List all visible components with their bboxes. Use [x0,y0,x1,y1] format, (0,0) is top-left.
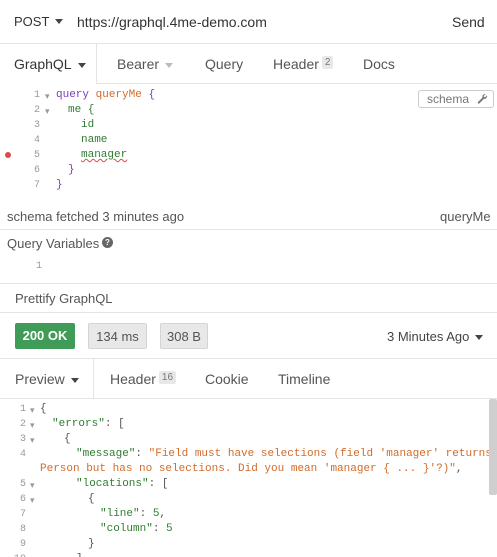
tab-label: Preview [15,371,65,387]
chevron-down-icon [475,335,484,341]
tab-label: Header [110,371,156,387]
response-preview[interactable]: 1 2 3 4 5 6 7 8 9 10 ▾ ▾ ▾ ▾ ▾ { "errors… [0,399,497,557]
tab-docs[interactable]: Docs [363,44,395,84]
tab-label: GraphQL [14,56,72,72]
line-number: 7 [19,509,26,520]
json-line: "errors": [ [52,418,125,430]
line-number: 3 [33,120,40,131]
json-line: { [88,493,95,505]
fold-arrow-icon[interactable]: ▾ [30,435,35,446]
help-icon[interactable]: ? [102,237,113,248]
tab-label: Docs [363,56,395,72]
code-line-error: manager [81,149,128,161]
tab-label: Timeline [278,371,331,387]
fold-arrow-icon[interactable]: ▾ [45,106,50,117]
tab-label: Query [205,56,244,72]
chevron-down-icon[interactable] [55,19,63,24]
response-size-badge: 308 B [160,323,208,349]
response-history-dropdown[interactable]: 3 Minutes Ago [387,329,484,344]
chevron-down-icon [70,377,79,383]
tab-preview[interactable]: Preview [0,359,94,399]
code-line: } [56,179,63,191]
schema-label: schema [427,92,470,106]
line-number: 7 [33,180,40,191]
json-line: "line": 5, [100,508,167,520]
tab-label: Header [273,56,319,72]
tab-response-header[interactable]: Header 16 [110,359,177,399]
chevron-down-icon [165,62,174,68]
tab-bearer[interactable]: Bearer [117,44,174,84]
time-ago-label: 3 Minutes Ago [387,329,470,344]
line-number: 1 [19,404,26,415]
code-line: name [81,134,108,146]
response-time-badge: 134 ms [88,323,147,349]
json-line: Person but has no selections. Did you me… [40,463,463,475]
line-number: 6 [19,494,26,505]
vertical-scrollbar[interactable] [489,399,497,495]
chevron-down-icon [77,62,86,68]
line-number: 5 [19,479,26,490]
line-number: 6 [33,165,40,176]
fold-arrow-icon[interactable]: ▾ [30,480,35,491]
wrench-icon [477,93,488,104]
response-tabs: Preview Header 16 Cookie Timeline [0,359,497,399]
schema-status-row: schema fetched 3 minutes ago queryMe [0,204,497,230]
line-number: 9 [19,539,26,550]
request-tabs: GraphQL Bearer Query Header 2 Docs [0,44,497,84]
prettify-row: Prettify GraphQL [0,283,497,313]
line-number: 8 [19,524,26,535]
fold-arrow-icon[interactable]: ▾ [30,420,35,431]
line-number: 1 [35,261,42,272]
query-variables-title: Query Variables [7,236,100,251]
line-number: 5 [33,150,40,161]
json-line: } [88,538,95,550]
line-number: 4 [19,449,26,460]
code-line: query queryMe { [56,89,156,101]
json-line: "column": 5 [100,523,173,535]
json-line: "message": "Field must have selections (… [76,448,492,460]
prettify-graphql-button[interactable]: Prettify GraphQL [15,291,113,306]
json-line: { [40,403,47,415]
status-badge: 200 OK [15,323,75,349]
tab-timeline[interactable]: Timeline [278,359,330,399]
tab-query[interactable]: Query [205,44,243,84]
url-input[interactable]: https://graphql.4me-demo.com [77,14,267,30]
header-count-badge: 16 [158,371,177,384]
send-button[interactable]: Send [452,14,485,30]
code-line: me { [68,104,95,116]
header-count-badge: 2 [321,56,334,69]
operation-name[interactable]: queryMe [440,209,491,224]
line-number: 4 [33,135,40,146]
schema-fetched-text: schema fetched 3 minutes ago [7,209,185,224]
tab-cookie[interactable]: Cookie [205,359,249,399]
line-number: 2 [19,419,26,430]
tab-graphql[interactable]: GraphQL [0,44,97,84]
error-marker-icon [5,152,11,158]
fold-arrow-icon[interactable]: ▾ [30,495,35,506]
url-bar: POST https://graphql.4me-demo.com Send [0,0,497,44]
line-number: 3 [19,434,26,445]
code-line: id [81,119,95,131]
code-line: } [68,164,75,176]
json-line: "locations": [ [76,478,169,490]
json-line: { [64,433,71,445]
tab-header[interactable]: Header 2 [273,44,334,84]
tab-label: Bearer [117,56,160,72]
fold-arrow-icon[interactable]: ▾ [30,405,35,416]
line-number: 1 [33,90,40,101]
schema-button[interactable]: schema [418,90,494,108]
graphql-editor[interactable]: 1 2 3 4 5 6 7 ▾ ▾ query queryMe { me { i… [0,84,497,204]
response-meta: 200 OK 134 ms 308 B 3 Minutes Ago [0,313,497,359]
fold-arrow-icon[interactable]: ▾ [45,91,50,102]
tab-label: Cookie [205,371,249,387]
line-number: 2 [33,105,40,116]
json-line: ] [76,553,83,557]
method-selector[interactable]: POST [14,14,49,29]
